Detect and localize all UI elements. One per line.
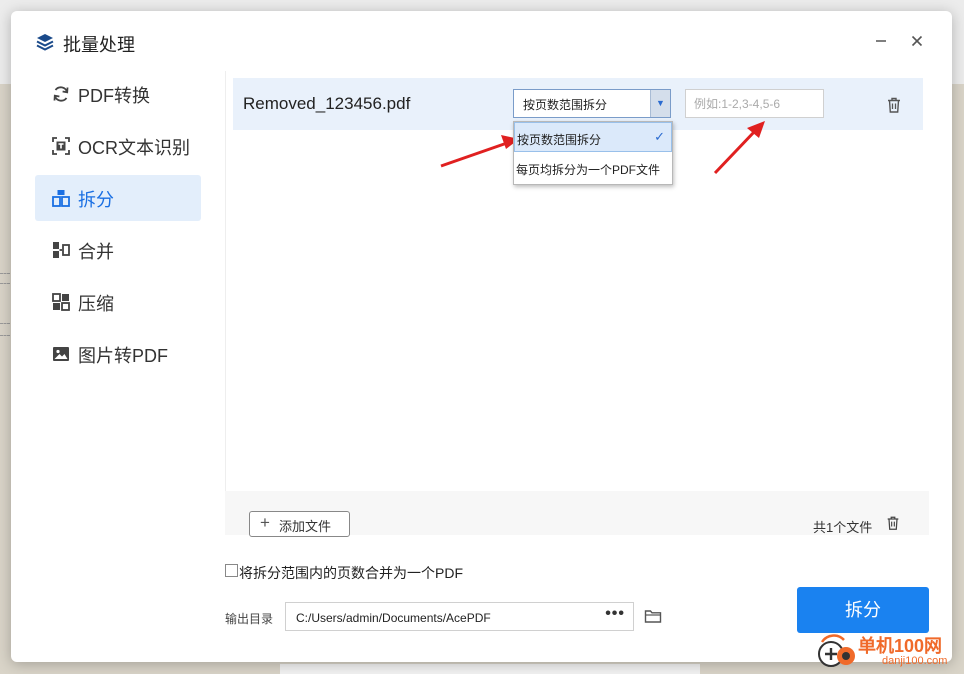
dropdown-option-label: 每页均拆分为一个PDF文件 <box>516 163 661 177</box>
page-range-input[interactable] <box>685 89 824 118</box>
background-divider <box>0 335 10 336</box>
trash-icon[interactable] <box>885 96 903 114</box>
image-to-pdf-icon <box>53 347 69 361</box>
split-mode-value: 按页数范围拆分 <box>523 98 608 112</box>
split-mode-select[interactable]: 按页数范围拆分 ▼ <box>513 89 671 118</box>
sidebar-item-label: 图片转PDF <box>78 346 168 366</box>
chevron-down-icon[interactable]: ▼ <box>650 90 670 117</box>
sidebar-item-split[interactable]: 拆分 <box>35 175 201 221</box>
close-button[interactable] <box>905 29 929 53</box>
add-file-button[interactable]: + 添加文件 <box>249 511 350 537</box>
sidebar-item-image-to-pdf[interactable]: 图片转PDF <box>35 331 201 377</box>
merge-option-label: 将拆分范围内的页数合并为一个PDF <box>239 565 463 581</box>
split-icon <box>52 190 70 207</box>
checkmark-icon: ✓ <box>654 129 665 144</box>
site-watermark: 单机100网 danji100.com <box>816 630 964 674</box>
merge-checkbox[interactable] <box>225 564 238 577</box>
minimize-button[interactable] <box>869 29 893 53</box>
watermark-logo <box>818 634 855 667</box>
sidebar-item-label: PDF转换 <box>78 86 150 106</box>
minimize-icon <box>876 40 886 42</box>
batch-process-dialog: 批量处理 PDF转换 OCR文本识别 拆分 合并 压缩 图片转PDF Remov… <box>11 11 952 662</box>
dropdown-option-page-range[interactable]: 按页数范围拆分 ✓ <box>514 122 672 152</box>
sidebar-item-compress[interactable]: 压缩 <box>35 279 201 325</box>
sidebar-item-label: OCR文本识别 <box>78 138 190 158</box>
file-name: Removed_123456.pdf <box>243 94 411 113</box>
title-bar: 批量处理 <box>11 11 952 71</box>
split-mode-dropdown: 按页数范围拆分 ✓ 每页均拆分为一个PDF文件 <box>513 121 673 185</box>
background-divider <box>0 283 10 284</box>
ocr-icon <box>52 137 70 155</box>
sidebar-item-pdf-convert[interactable]: PDF转换 <box>35 71 201 117</box>
file-count: 共1个文件 <box>813 520 873 535</box>
sidebar: PDF转换 OCR文本识别 拆分 合并 压缩 图片转PDF <box>11 71 225 662</box>
dialog-title: 批量处理 <box>63 35 135 55</box>
output-directory-path: C:/Users/admin/Documents/AcePDF <box>296 611 491 625</box>
dropdown-option-each-page[interactable]: 每页均拆分为一个PDF文件 <box>514 153 672 183</box>
trash-icon[interactable] <box>885 515 901 531</box>
compress-icon <box>52 293 70 311</box>
dropdown-option-label: 按页数范围拆分 <box>517 133 602 147</box>
sidebar-item-label: 合并 <box>78 242 114 262</box>
sidebar-item-label: 拆分 <box>78 190 114 210</box>
background-app-statusbar <box>280 664 700 674</box>
layers-icon <box>36 34 54 51</box>
split-button[interactable]: 拆分 <box>797 587 929 633</box>
plus-icon: + <box>260 513 270 532</box>
watermark-url: danji100.com <box>882 655 948 667</box>
background-divider <box>0 323 10 324</box>
output-directory-field[interactable]: C:/Users/admin/Documents/AcePDF ••• <box>285 602 634 631</box>
merge-icon <box>53 242 70 258</box>
output-directory-label: 输出目录 <box>225 612 274 626</box>
add-file-label: 添加文件 <box>279 519 332 534</box>
folder-icon[interactable] <box>644 608 662 624</box>
sidebar-item-label: 压缩 <box>78 294 114 314</box>
convert-icon <box>53 86 69 102</box>
close-icon <box>911 35 923 47</box>
sidebar-item-merge[interactable]: 合并 <box>35 227 201 273</box>
browse-button[interactable]: ••• <box>605 605 625 623</box>
sidebar-item-ocr[interactable]: OCR文本识别 <box>35 123 201 169</box>
background-divider <box>0 273 10 274</box>
